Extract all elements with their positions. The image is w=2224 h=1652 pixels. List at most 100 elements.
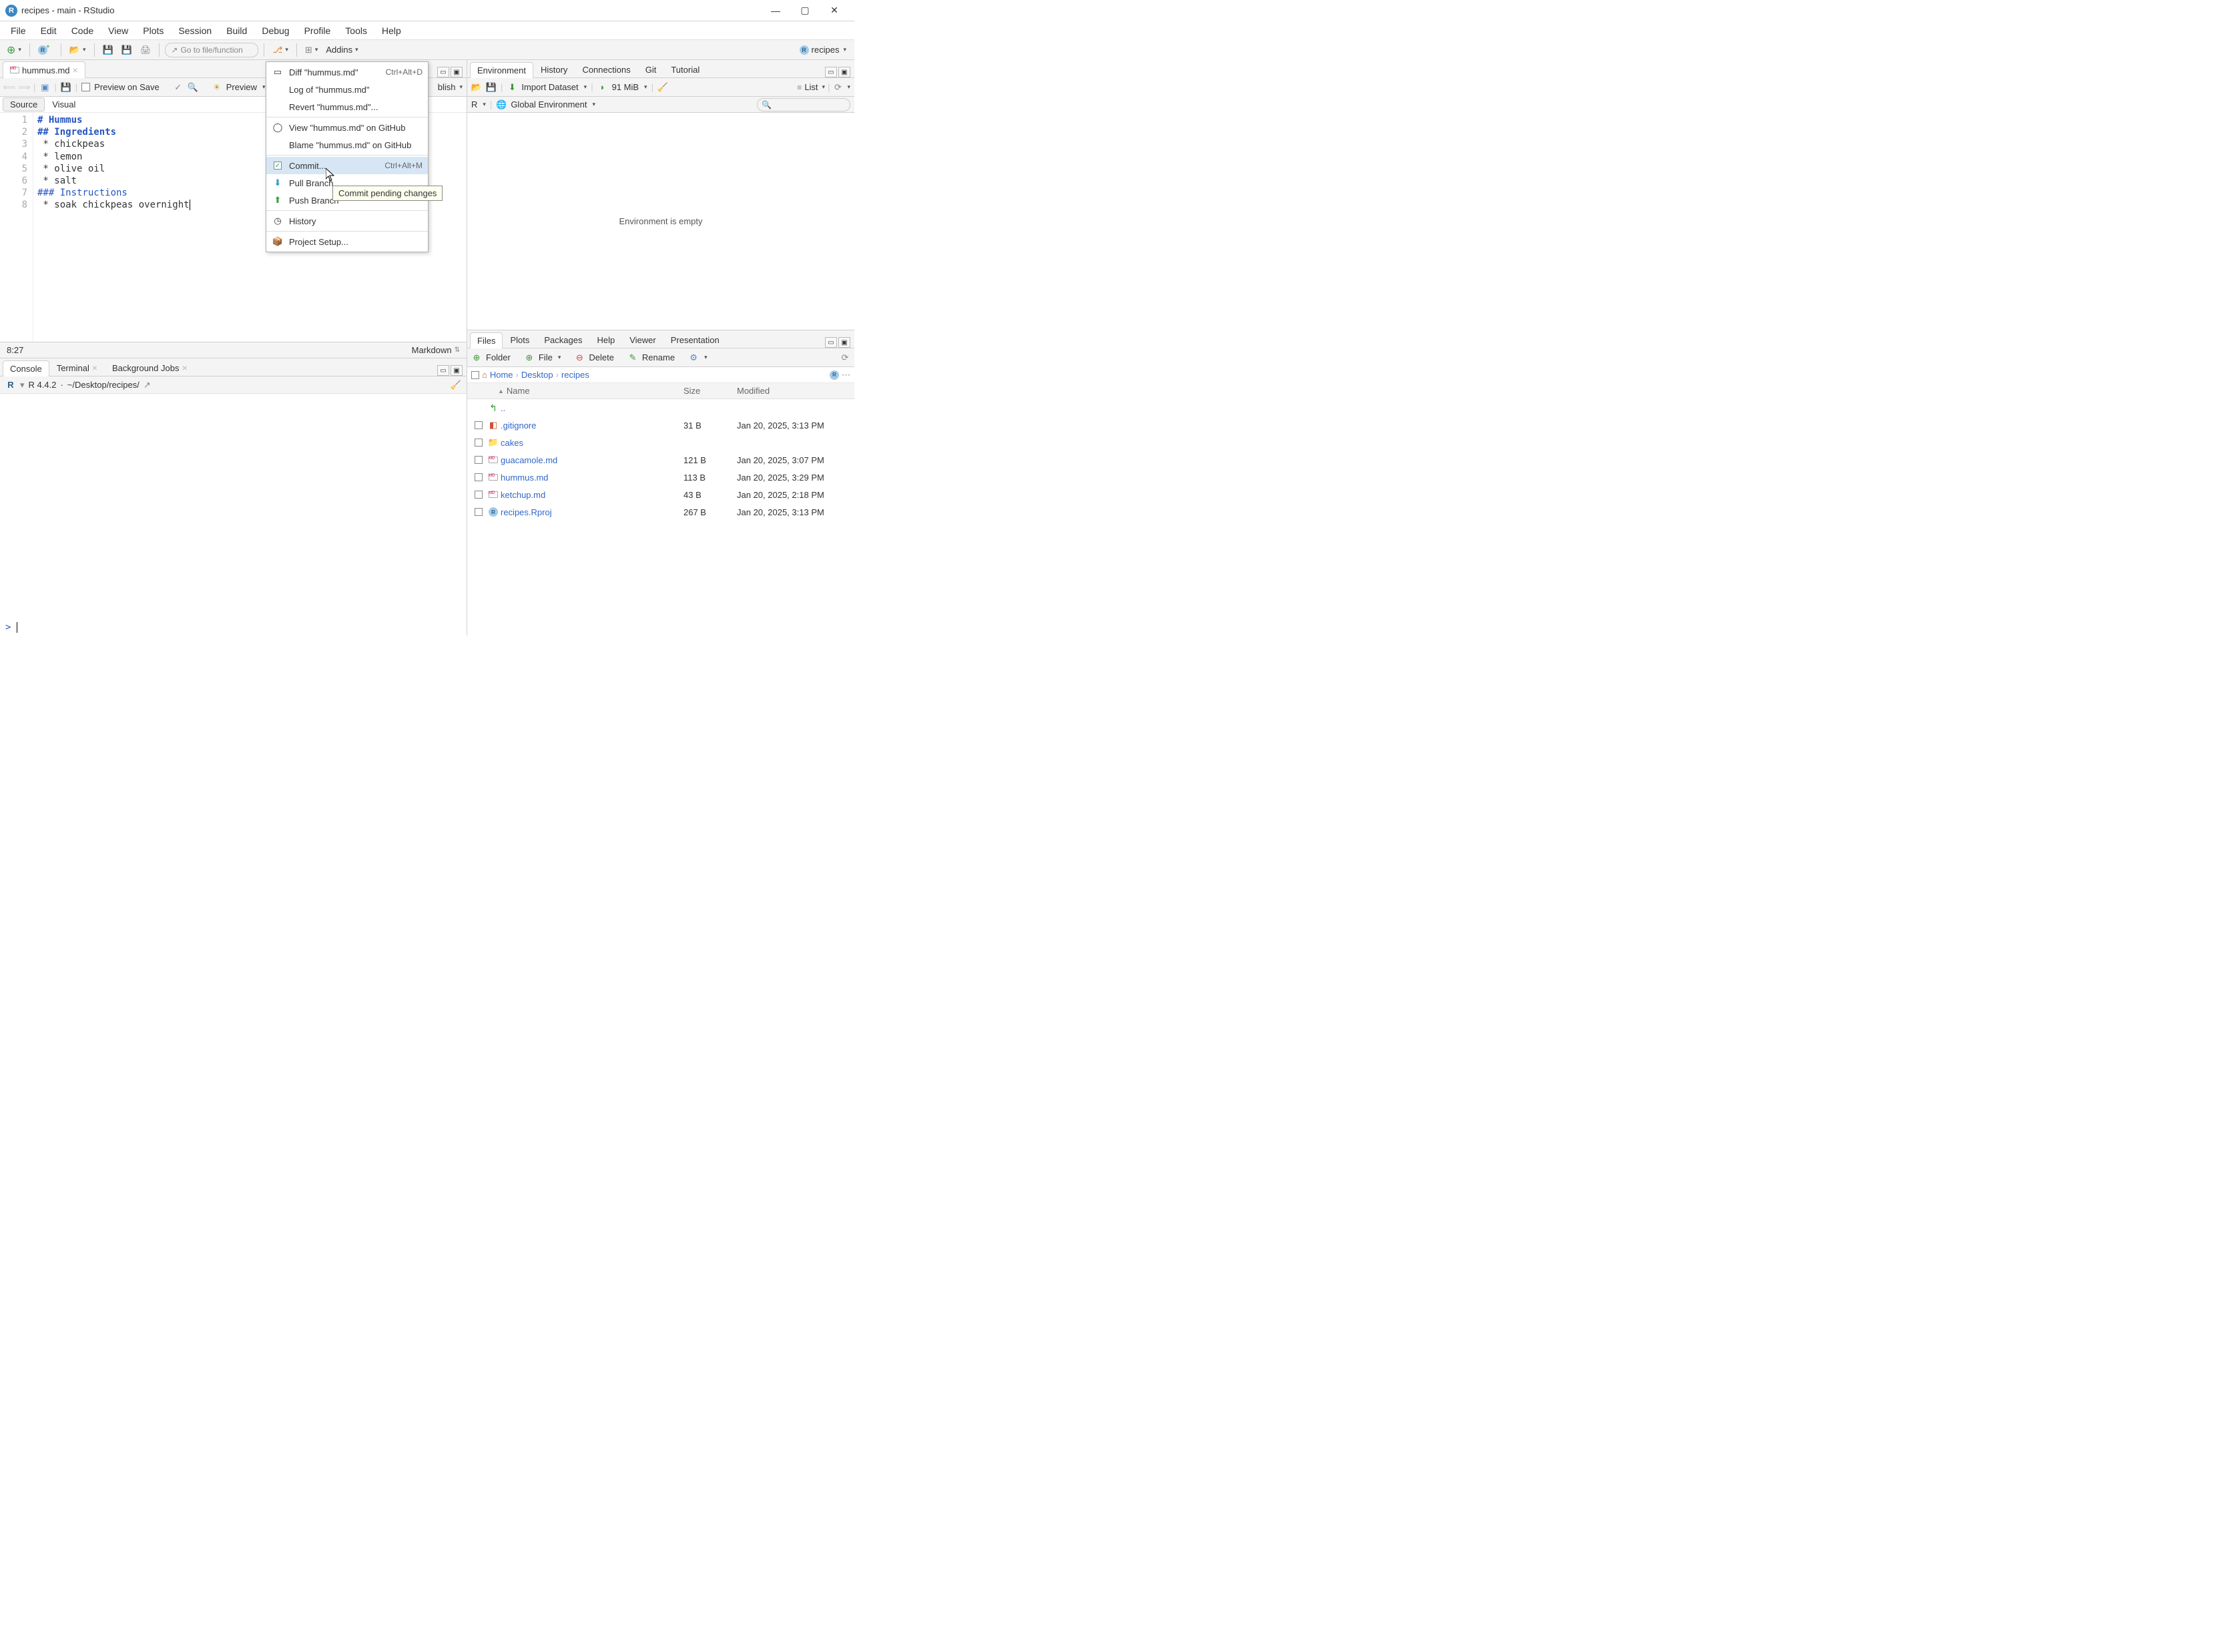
working-directory[interactable]: ~/Desktop/recipes/ bbox=[67, 380, 140, 390]
home-icon[interactable]: ⌂ bbox=[482, 370, 487, 380]
preview-on-save-checkbox[interactable] bbox=[81, 83, 90, 91]
menu-session[interactable]: Session bbox=[172, 24, 218, 37]
pane-maximize-button[interactable]: ▣ bbox=[451, 365, 463, 376]
sort-arrow-icon[interactable]: ▲ bbox=[498, 388, 504, 394]
new-project-button[interactable]: R+ bbox=[35, 44, 55, 56]
menu-build[interactable]: Build bbox=[220, 24, 254, 37]
print-button[interactable]: 🖨 bbox=[137, 43, 154, 57]
menu-help[interactable]: Help bbox=[375, 24, 408, 37]
tab-environment[interactable]: Environment bbox=[470, 62, 533, 78]
list-view-button[interactable]: List bbox=[804, 82, 818, 92]
column-name[interactable]: Name bbox=[507, 386, 530, 396]
file-link[interactable]: hummus.md bbox=[501, 473, 549, 483]
panes-button[interactable]: ⊞▾ bbox=[302, 43, 320, 57]
env-search-input[interactable]: 🔍 bbox=[757, 98, 850, 111]
clear-console-icon[interactable]: 🧹 bbox=[451, 380, 461, 390]
tab-git[interactable]: Git bbox=[638, 61, 664, 77]
menu-plots[interactable]: Plots bbox=[136, 24, 170, 37]
pane-minimize-button[interactable]: ▭ bbox=[437, 67, 449, 77]
new-file-button[interactable]: File bbox=[539, 352, 553, 362]
project-menu[interactable]: R recipes ▾ bbox=[796, 43, 850, 56]
file-link[interactable]: recipes.Rproj bbox=[501, 507, 552, 517]
ctx-diff-icon[interactable]: ▭Diff "hummus.md"Ctrl+Alt+D bbox=[266, 63, 428, 81]
source-tab-hummus[interactable]: hummus.md × bbox=[3, 61, 85, 78]
pane-minimize-button[interactable]: ▭ bbox=[437, 365, 449, 376]
file-row[interactable]: guacamole.md121 BJan 20, 2025, 3:07 PM bbox=[467, 451, 854, 469]
goto-file-function-input[interactable]: ↗Go to file/function bbox=[165, 43, 258, 57]
column-size[interactable]: Size bbox=[683, 386, 737, 396]
tab-files[interactable]: Files bbox=[470, 332, 503, 348]
more-button[interactable]: ⋯ bbox=[842, 370, 850, 380]
select-all-checkbox[interactable] bbox=[471, 371, 479, 379]
close-tab-icon[interactable]: × bbox=[73, 65, 78, 75]
tab-presentation[interactable]: Presentation bbox=[663, 332, 727, 348]
close-icon[interactable]: × bbox=[182, 362, 187, 373]
save-workspace-icon[interactable]: 💾 bbox=[486, 82, 497, 93]
new-folder-button[interactable]: Folder bbox=[486, 352, 511, 362]
file-checkbox[interactable] bbox=[475, 508, 483, 516]
ctx-blame-icon[interactable]: Blame "hummus.md" on GitHub bbox=[266, 136, 428, 154]
tab-connections[interactable]: Connections bbox=[575, 61, 637, 77]
file-row[interactable]: hummus.md113 BJan 20, 2025, 3:29 PM bbox=[467, 469, 854, 486]
tab-help[interactable]: Help bbox=[589, 332, 622, 348]
tab-history[interactable]: History bbox=[533, 61, 575, 77]
save-icon[interactable]: 💾 bbox=[61, 82, 71, 93]
menu-profile[interactable]: Profile bbox=[298, 24, 338, 37]
save-button[interactable]: 💾 bbox=[100, 43, 116, 57]
delete-button[interactable]: Delete bbox=[589, 352, 614, 362]
tab-background-jobs[interactable]: Background Jobs× bbox=[105, 359, 195, 376]
breadcrumb-desktop[interactable]: Desktop bbox=[521, 370, 553, 380]
ctx-github-icon[interactable]: ◯View "hummus.md" on GitHub bbox=[266, 119, 428, 136]
file-row[interactable]: ketchup.md43 BJan 20, 2025, 2:18 PM bbox=[467, 486, 854, 503]
file-link[interactable]: ketchup.md bbox=[501, 490, 545, 500]
menu-file[interactable]: File bbox=[4, 24, 33, 37]
new-file-button[interactable]: ⊕▾ bbox=[4, 42, 24, 58]
save-all-button[interactable]: 💾 bbox=[119, 43, 135, 57]
back-icon[interactable]: ⟸ bbox=[4, 82, 15, 93]
menu-edit[interactable]: Edit bbox=[34, 24, 63, 37]
refresh-files-icon[interactable]: ⟳ bbox=[840, 352, 850, 363]
load-workspace-icon[interactable]: 📂 bbox=[471, 82, 482, 93]
file-checkbox[interactable] bbox=[475, 456, 483, 464]
import-dataset-button[interactable]: Import Dataset bbox=[521, 82, 578, 92]
tab-tutorial[interactable]: Tutorial bbox=[663, 61, 707, 77]
close-icon[interactable]: × bbox=[92, 362, 97, 373]
close-button[interactable]: ✕ bbox=[820, 1, 849, 20]
menu-debug[interactable]: Debug bbox=[255, 24, 296, 37]
ctx-history-icon[interactable]: ◷History bbox=[266, 212, 428, 230]
show-in-new-window-icon[interactable]: ▣ bbox=[39, 82, 50, 93]
file-checkbox[interactable] bbox=[475, 491, 483, 499]
file-link[interactable]: guacamole.md bbox=[501, 455, 557, 465]
source-view-button[interactable]: Source bbox=[3, 97, 45, 111]
minimize-button[interactable]: — bbox=[761, 1, 790, 20]
column-modified[interactable]: Modified bbox=[737, 386, 850, 396]
menu-tools[interactable]: Tools bbox=[338, 24, 374, 37]
file-row[interactable]: ◧.gitignore31 BJan 20, 2025, 3:13 PM bbox=[467, 417, 854, 434]
menu-code[interactable]: Code bbox=[65, 24, 100, 37]
console-body[interactable]: > bbox=[0, 394, 467, 635]
tab-plots[interactable]: Plots bbox=[503, 332, 537, 348]
menu-view[interactable]: View bbox=[101, 24, 135, 37]
pane-maximize-button[interactable]: ▣ bbox=[451, 67, 463, 77]
pane-minimize-button[interactable]: ▭ bbox=[825, 337, 837, 348]
go-to-project-dir-icon[interactable]: R bbox=[830, 370, 839, 380]
ctx-commit-icon[interactable]: ✓Commit...Ctrl+Alt+M bbox=[266, 157, 428, 174]
maximize-button[interactable]: ▢ bbox=[790, 1, 820, 20]
spell-check-icon[interactable]: ✓ bbox=[173, 82, 184, 93]
parent-dir-link[interactable]: .. bbox=[501, 403, 505, 413]
more-gear-icon[interactable]: ⚙ bbox=[688, 352, 699, 363]
preview-gear-icon[interactable]: ☀ bbox=[212, 82, 222, 93]
file-row[interactable]: 📁cakes bbox=[467, 434, 854, 451]
r-scope[interactable]: R bbox=[471, 99, 477, 109]
ctx-setup-icon[interactable]: 📦Project Setup... bbox=[266, 233, 428, 250]
pane-minimize-button[interactable]: ▭ bbox=[825, 67, 837, 77]
file-checkbox[interactable] bbox=[475, 421, 483, 429]
ctx-revert-icon[interactable]: Revert "hummus.md"... bbox=[266, 98, 428, 115]
environment-scope[interactable]: Global Environment bbox=[511, 99, 587, 109]
tab-viewer[interactable]: Viewer bbox=[622, 332, 663, 348]
addins-button[interactable]: Addins▾ bbox=[323, 43, 360, 56]
breadcrumb-home[interactable]: Home bbox=[490, 370, 513, 380]
file-link[interactable]: cakes bbox=[501, 438, 523, 448]
file-checkbox[interactable] bbox=[475, 439, 483, 447]
preview-button[interactable]: Preview bbox=[226, 82, 257, 92]
